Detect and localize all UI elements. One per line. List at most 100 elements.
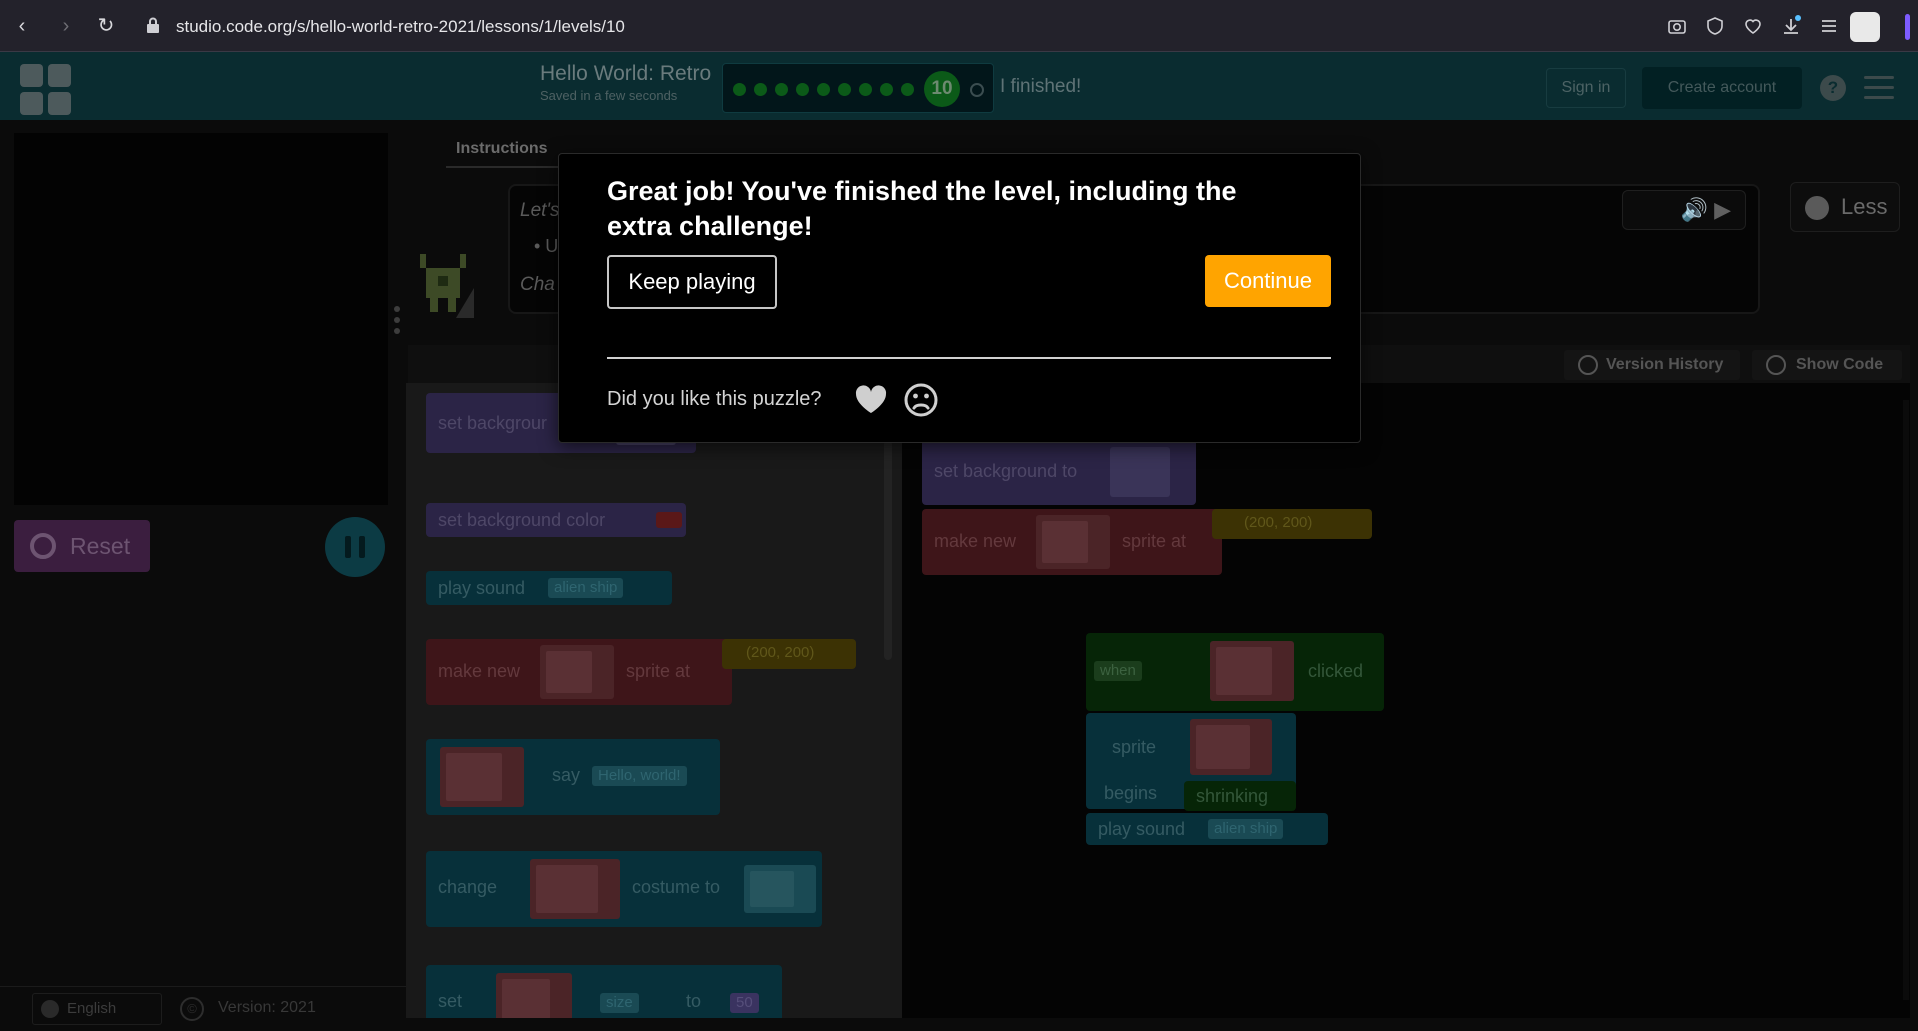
say-text-field[interactable]: Hello, world! [592,766,687,786]
color-swatch[interactable] [656,512,682,528]
level-dot[interactable] [880,83,893,96]
level-dot[interactable] [796,83,809,96]
toolbox-block-set-background-color[interactable]: set background color [426,503,686,537]
language-label: English [67,1000,117,1017]
shield-icon[interactable] [1704,15,1726,37]
help-icon[interactable]: ? [1820,75,1846,101]
camera-icon[interactable] [1666,15,1688,37]
block-label: make new [934,531,1017,551]
workspace-block-make-new-sprite[interactable]: make new sprite at [922,509,1222,575]
sprite-picker[interactable] [530,859,620,919]
instructions-bullet: • U [534,236,559,256]
tab-instructions[interactable]: Instructions [456,140,548,158]
behavior-block[interactable]: shrinking [1184,781,1296,811]
block-label: sprite at [1122,531,1187,551]
language-select[interactable]: English [32,993,162,1025]
toolbox-block-play-sound[interactable]: play sound alien ship [426,571,672,605]
version-history-button[interactable]: Version History [1564,350,1740,380]
toolbox-block-change-costume[interactable]: change costume to [426,851,822,927]
download-icon[interactable] [1780,15,1802,37]
less-button[interactable]: Less [1790,182,1900,232]
workspace-event-when-clicked[interactable]: when clicked [1086,633,1384,711]
sign-in-button[interactable]: Sign in [1546,68,1626,108]
hamburger-menu-icon[interactable] [1864,76,1894,100]
bot-avatar-icon [420,254,474,318]
size-value-field[interactable]: 50 [730,993,759,1013]
frown-icon[interactable] [903,382,939,418]
toolbox-block-set-size[interactable]: set size to 50 [426,965,782,1018]
profile-avatar[interactable] [1850,12,1880,42]
level-dot[interactable] [754,83,767,96]
level-dot[interactable] [901,83,914,96]
reload-button[interactable]: ↻ [94,14,118,38]
heart-icon[interactable] [853,382,889,418]
location-value: (200, 200) [1244,514,1313,531]
event-dropdown[interactable]: when [1094,661,1142,681]
code-icon [1766,355,1786,375]
keep-playing-button[interactable]: Keep playing [607,255,777,309]
extra-level-dot[interactable] [970,83,984,97]
property-dropdown[interactable]: size [600,993,639,1013]
speaker-icon[interactable]: 🔊 [1681,197,1708,222]
copyright-icon[interactable]: © [180,997,204,1021]
resize-handle[interactable] [394,306,400,334]
level-dot[interactable] [838,83,851,96]
block-label: make new [438,661,521,681]
reset-label: Reset [70,533,131,559]
level-dot[interactable] [775,83,788,96]
show-code-button[interactable]: Show Code [1752,350,1902,380]
reset-button[interactable]: Reset [14,520,150,572]
sprite-picker[interactable] [540,645,614,699]
toolbox-block-sprite-say[interactable]: say Hello, world! [426,739,720,815]
tab-underline [446,166,566,168]
back-button[interactable]: ‹ [10,14,34,38]
forward-button[interactable]: › [54,14,78,38]
code-org-logo[interactable] [20,64,72,116]
workspace-block-play-sound[interactable]: play sound alien ship [1086,813,1328,845]
level-dot[interactable] [859,83,872,96]
sprite-picker[interactable] [1190,719,1272,775]
block-label: costume to [632,877,721,897]
current-level-badge[interactable]: 10 [924,71,960,107]
color-swatch[interactable] [1110,447,1170,497]
workspace-scrollbar[interactable] [1903,400,1909,1000]
level-progress: 10 [722,63,994,113]
sprite-picker[interactable] [440,747,524,807]
game-canvas[interactable] [14,133,388,505]
address-bar[interactable]: studio.code.org/s/hello-world-retro-2021… [140,8,1610,44]
toolbox-scrollbar[interactable] [884,440,892,660]
location-block[interactable]: (200, 200) [1212,509,1372,539]
block-label: say [552,765,581,785]
level-dot[interactable] [733,83,746,96]
create-account-button[interactable]: Create account [1642,67,1802,109]
audio-controls[interactable]: 🔊 ▶ [1622,190,1746,230]
sprite-picker[interactable] [1036,515,1110,569]
project-title: Hello World: Retro [540,62,712,85]
toolbox-block-make-new-sprite[interactable]: make new sprite at [426,639,732,705]
location-block[interactable]: (200, 200) [722,639,856,669]
sidebar-toggle[interactable] [1905,14,1910,40]
block-label: set background color [438,510,606,530]
costume-picker[interactable] [744,865,816,913]
url-text: studio.code.org/s/hello-world-retro-2021… [176,17,625,36]
sprite-picker[interactable] [1210,641,1294,701]
finished-link[interactable]: I finished! [1000,76,1081,98]
workspace-block-set-background[interactable]: set background to [922,439,1196,505]
instructions-text: Cha [520,274,555,295]
continue-button[interactable]: Continue [1205,255,1331,307]
level-dot[interactable] [817,83,830,96]
sound-dropdown[interactable]: alien ship [548,578,624,598]
saved-status: Saved in a few seconds [540,88,678,103]
play-icon[interactable]: ▶ [1714,197,1731,222]
heart-icon[interactable] [1742,15,1764,37]
dialog-title: Great job! You've finished the level, in… [607,176,1237,241]
clock-icon [1578,355,1598,375]
pause-button[interactable] [325,517,385,577]
block-label: set backgrour [438,413,548,433]
code-workspace[interactable]: set background to make new sprite at (20… [902,383,1910,1018]
reset-icon [30,533,56,559]
sound-dropdown[interactable]: alien ship [1208,819,1284,839]
sprite-picker[interactable] [496,973,572,1018]
menu-icon[interactable] [1818,15,1840,37]
lock-icon [147,17,159,33]
